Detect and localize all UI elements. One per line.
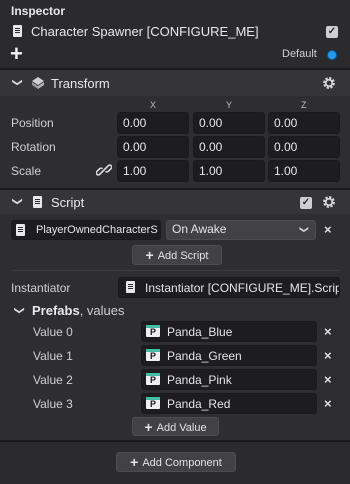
prefab-value-field[interactable]: Panda_Green (141, 345, 317, 366)
chevron-down-icon[interactable]: ❯ (298, 226, 309, 234)
prefab-value-field[interactable]: Panda_Pink (141, 369, 317, 390)
prefab-value-text: Panda_Pink (167, 373, 232, 387)
prefabs-title: Prefabs (32, 303, 80, 318)
prefab-value-label: Value 1 (33, 349, 73, 363)
scale-y-input[interactable]: 1.00 (193, 160, 265, 182)
prefab-icon: P (146, 325, 160, 337)
prefabs-suffix: , values (79, 303, 125, 318)
prefab-icon: P (146, 397, 160, 409)
position-x-input[interactable]: 0.00 (117, 112, 189, 134)
rotation-y-input[interactable]: 0.00 (193, 136, 265, 158)
script-icon (33, 196, 42, 208)
remove-value-close-icon[interactable]: × (324, 397, 332, 411)
script-settings-gear-icon[interactable] (322, 195, 336, 209)
prefab-icon: P (146, 349, 160, 361)
script-name-field[interactable]: PlayerOwnedCharacterS (11, 220, 161, 240)
chevron-down-icon[interactable]: ❯ (12, 78, 23, 86)
remove-script-close-icon[interactable]: × (324, 223, 332, 237)
plus-icon: + (145, 247, 154, 263)
add-value-label: Add Value (156, 422, 207, 434)
script-name-text: PlayerOwnedCharacterS (36, 224, 158, 236)
plus-icon: + (144, 419, 153, 435)
plus-icon: + (130, 454, 139, 470)
separator-line (11, 270, 339, 271)
add-script-button[interactable]: + Add Script (132, 245, 222, 265)
prefab-value-label: Value 3 (33, 397, 73, 411)
transform-settings-gear-icon[interactable] (322, 76, 336, 90)
link-scale-icon[interactable] (96, 163, 112, 177)
axis-z-label: Z (301, 100, 307, 110)
rotation-x-input[interactable]: 0.00 (117, 136, 189, 158)
remove-value-close-icon[interactable]: × (324, 373, 332, 387)
scale-x-input[interactable]: 1.00 (117, 160, 189, 182)
layer-indicator-icon[interactable] (327, 50, 337, 60)
inspector-title: Inspector (11, 4, 66, 18)
script-title: Script (51, 195, 85, 210)
add-component-label: Add Component (142, 457, 222, 469)
layer-label: Default (282, 48, 317, 60)
rotation-label: Rotation (11, 140, 56, 154)
script-enabled-checkbox[interactable]: ✓ (300, 197, 312, 209)
object-enabled-checkbox[interactable]: ✓ (326, 26, 338, 38)
instantiator-value: Instantiator [CONFIGURE_ME].Script (145, 281, 340, 295)
instantiator-label: Instantiator (11, 281, 71, 295)
scale-z-input[interactable]: 1.00 (268, 160, 340, 182)
script-file-icon (16, 224, 25, 236)
prefab-value-label: Value 0 (33, 325, 73, 339)
object-icon (13, 25, 22, 37)
add-component-button[interactable]: + Add Component (116, 452, 236, 472)
add-plus-icon[interactable]: + (10, 42, 23, 66)
prefab-icon: P (146, 373, 160, 385)
prefab-value-text: Panda_Red (167, 397, 231, 411)
position-z-input[interactable]: 0.00 (268, 112, 340, 134)
instantiator-script-icon (126, 281, 135, 293)
position-label: Position (11, 116, 54, 130)
remove-value-close-icon[interactable]: × (324, 325, 332, 339)
scale-label: Scale (11, 164, 42, 178)
rotation-z-input[interactable]: 0.00 (268, 136, 340, 158)
prefab-value-field[interactable]: Panda_Red (141, 393, 317, 414)
prefabs-label: Prefabs, values (32, 303, 125, 318)
transform-title: Transform (51, 76, 110, 91)
instantiator-field[interactable]: Instantiator [CONFIGURE_ME].Script (118, 277, 340, 298)
axis-y-label: Y (226, 100, 233, 110)
axis-x-label: X (150, 100, 157, 110)
event-dropdown-value: On Awake (172, 222, 227, 236)
add-value-button[interactable]: + Add Value (132, 417, 219, 436)
prefab-value-field[interactable]: Panda_Blue (141, 321, 317, 342)
prefab-value-label: Value 2 (33, 373, 73, 387)
position-y-input[interactable]: 0.00 (193, 112, 265, 134)
remove-value-close-icon[interactable]: × (324, 349, 332, 363)
prefab-value-text: Panda_Green (167, 349, 242, 363)
chevron-down-icon[interactable]: ❯ (12, 197, 23, 205)
prefab-value-text: Panda_Blue (167, 325, 233, 339)
object-name[interactable]: Character Spawner [CONFIGURE_ME] (31, 24, 259, 39)
transform-icon (32, 77, 44, 89)
add-script-label: Add Script (157, 250, 209, 262)
prefabs-chevron-down-icon[interactable]: ❯ (14, 306, 25, 314)
